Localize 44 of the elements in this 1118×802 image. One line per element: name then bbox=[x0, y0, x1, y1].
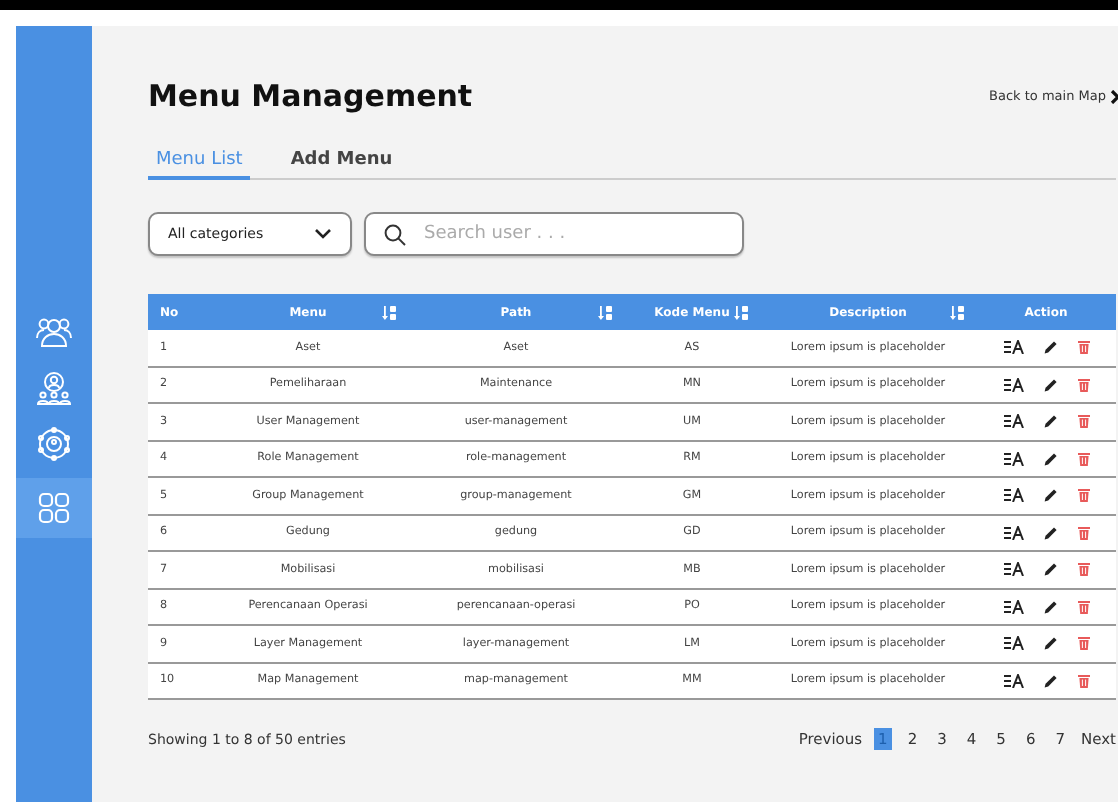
delete-icon[interactable] bbox=[1077, 562, 1089, 577]
translate-icon[interactable] bbox=[1003, 377, 1023, 392]
edit-icon[interactable] bbox=[1043, 340, 1057, 355]
delete-icon[interactable] bbox=[1077, 673, 1089, 688]
delete-icon[interactable] bbox=[1077, 525, 1089, 540]
edit-icon[interactable] bbox=[1043, 673, 1057, 688]
users-icon bbox=[36, 316, 72, 348]
sort-icon[interactable] bbox=[382, 305, 396, 319]
delete-icon[interactable] bbox=[1077, 599, 1089, 614]
edit-icon[interactable] bbox=[1043, 414, 1057, 429]
edit-icon[interactable] bbox=[1043, 525, 1057, 540]
grid-icon bbox=[38, 492, 70, 524]
tab[interactable]: Add Menu bbox=[282, 150, 401, 180]
sidebar-item[interactable] bbox=[16, 478, 92, 538]
edit-icon[interactable] bbox=[1043, 599, 1057, 614]
sort-icon[interactable] bbox=[734, 305, 748, 319]
translate-icon[interactable] bbox=[1003, 414, 1023, 429]
delete-icon[interactable] bbox=[1077, 488, 1089, 503]
delete-icon[interactable] bbox=[1077, 451, 1089, 466]
translate-icon[interactable] bbox=[1003, 488, 1023, 503]
delete-icon[interactable] bbox=[1077, 377, 1089, 392]
sort-icon[interactable] bbox=[950, 305, 964, 319]
translate-icon[interactable] bbox=[1003, 599, 1023, 614]
sort-icon[interactable] bbox=[598, 305, 612, 319]
chevron-icon bbox=[1110, 89, 1118, 103]
translate-icon[interactable] bbox=[1003, 636, 1023, 651]
translate-icon[interactable] bbox=[1003, 562, 1023, 577]
search-field[interactable]: Search user . . . bbox=[364, 212, 744, 256]
edit-icon[interactable] bbox=[1043, 377, 1057, 392]
translate-icon[interactable] bbox=[1003, 673, 1023, 688]
network-icon bbox=[36, 426, 72, 462]
translate-icon[interactable] bbox=[1003, 340, 1023, 355]
people-icon bbox=[36, 370, 72, 406]
edit-icon[interactable] bbox=[1043, 451, 1057, 466]
edit-icon[interactable] bbox=[1043, 636, 1057, 651]
translate-icon[interactable] bbox=[1003, 525, 1023, 540]
edit-icon[interactable] bbox=[1043, 488, 1057, 503]
chevron-down-icon bbox=[314, 228, 332, 240]
page-title: Menu Management bbox=[148, 78, 473, 114]
delete-icon[interactable] bbox=[1077, 636, 1089, 651]
edit-icon[interactable] bbox=[1043, 562, 1057, 577]
delete-icon[interactable] bbox=[1077, 414, 1089, 429]
delete-icon[interactable] bbox=[1077, 340, 1089, 355]
translate-icon[interactable] bbox=[1003, 451, 1023, 466]
